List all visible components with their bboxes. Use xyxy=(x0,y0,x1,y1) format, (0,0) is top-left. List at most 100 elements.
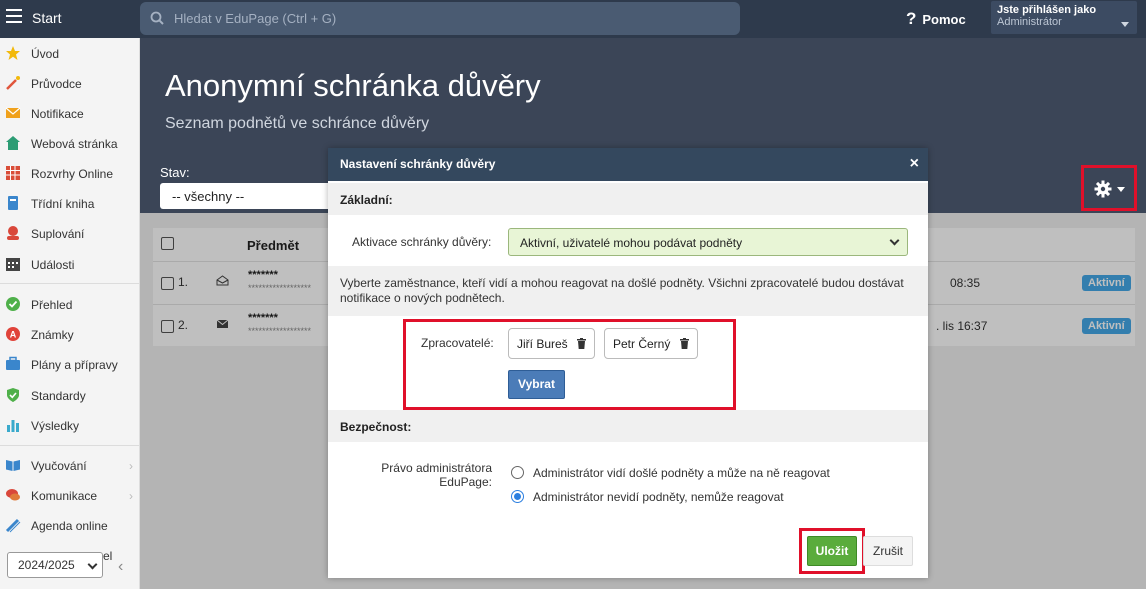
help-label: Pomoc xyxy=(922,12,966,27)
sidebar-item-plany[interactable]: Plány a přípravy xyxy=(0,351,139,379)
cancel-button[interactable]: Zrušit xyxy=(863,536,913,566)
sidebar-item-label: Suplování xyxy=(31,227,85,241)
calendar-grid-icon xyxy=(6,166,20,180)
page-subtitle: Seznam podnětů ve schránce důvěry xyxy=(165,115,430,132)
school-year-select[interactable]: 2024/2025 xyxy=(7,552,103,578)
book-icon xyxy=(8,196,18,210)
user-line1: Jste přihlášen jako xyxy=(997,4,1097,16)
caret-down-icon xyxy=(1121,22,1129,27)
sidebar-item-label: Průvodce xyxy=(31,77,82,91)
processor-chip: Jiří Bureš xyxy=(508,328,596,359)
sidebar-item-agenda-online[interactable]: Agenda online xyxy=(0,512,139,540)
sidebar-item-label: Události xyxy=(31,258,75,272)
sidebar-item-znamky[interactable]: A Známky xyxy=(0,321,139,349)
home-icon xyxy=(6,136,20,150)
sidebar-item-webova-stranka[interactable]: Webová stránka xyxy=(0,130,139,158)
sidebar-item-label: Notifikace xyxy=(31,107,84,121)
bar-chart-icon xyxy=(7,420,19,432)
user-role: Administrátor xyxy=(997,16,1062,28)
calendar-icon xyxy=(6,258,20,271)
admin-option-label[interactable]: Administrátor vidí došlé podněty a může … xyxy=(533,466,830,480)
sidebar-item-standardy[interactable]: Standardy xyxy=(0,382,139,410)
open-book-icon xyxy=(6,460,20,471)
settings-highlight[interactable] xyxy=(1081,165,1137,211)
sidebar-item-label: Výsledky xyxy=(31,419,80,433)
admin-option-label[interactable]: Administrátor nevidí podněty, nemůže rea… xyxy=(533,490,784,504)
person-icon xyxy=(7,226,19,240)
sidebar-item-pruvodce[interactable]: Průvodce xyxy=(0,70,139,98)
envelope-icon xyxy=(5,107,21,118)
trash-icon[interactable] xyxy=(577,338,587,349)
activation-select[interactable]: Aktivní, uživatelé mohou podávat podněty xyxy=(508,228,908,256)
section-security-header: Bezpečnost: xyxy=(328,410,928,442)
chevron-right-icon: › xyxy=(129,459,133,473)
search-icon xyxy=(150,11,164,25)
sidebar-item-tridni-kniha[interactable]: Třídní kniha xyxy=(0,190,139,218)
chat-icon xyxy=(6,489,20,501)
sidebar-item-label: Třídní kniha xyxy=(31,197,95,211)
save-button[interactable]: Uložit xyxy=(807,536,857,566)
chevron-down-icon xyxy=(87,559,98,570)
check-circle-icon xyxy=(6,297,20,311)
svg-text:A: A xyxy=(10,330,17,340)
select-processors-button[interactable]: Vybrat xyxy=(508,370,565,399)
sidebar-item-label: Rozvrhy Online xyxy=(31,167,114,181)
sidebar-item-label: Vyučování xyxy=(31,459,87,473)
sidebar-item-udalosti[interactable]: Události xyxy=(0,251,139,279)
sidebar-item-notifikace[interactable]: Notifikace xyxy=(0,100,139,128)
sidebar: Úvod Průvodce Notifikace Webová stránka … xyxy=(0,38,140,589)
settings-dialog: Nastavení schránky důvěry × Základní: Ak… xyxy=(328,148,928,578)
sidebar-item-label: Známky xyxy=(31,328,74,342)
search-input[interactable]: Hledat v EduPage (Ctrl + G) xyxy=(140,2,740,35)
status-filter-label: Stav: xyxy=(160,165,190,180)
sidebar-item-rozvrhy-online[interactable]: Rozvrhy Online xyxy=(0,160,139,188)
close-icon[interactable]: × xyxy=(910,155,919,173)
pencil-icon xyxy=(5,518,21,533)
sidebar-item-label: Přehled xyxy=(31,298,73,312)
grade-icon: A xyxy=(6,327,20,341)
help-button[interactable]: ? Pomoc xyxy=(906,9,966,29)
sidebar-item-suplovani[interactable]: Suplování xyxy=(0,220,139,248)
dialog-title: Nastavení schránky důvěry xyxy=(340,157,496,171)
section-basic-header: Základní: xyxy=(328,183,928,215)
question-icon: ? xyxy=(906,9,917,28)
sidebar-item-vysledky[interactable]: Výsledky xyxy=(0,412,139,440)
section-title: Základní: xyxy=(340,193,393,207)
wand-icon xyxy=(6,76,20,90)
save-highlight: Uložit xyxy=(799,528,865,574)
sidebar-item-uvod[interactable]: Úvod xyxy=(0,40,139,68)
gear-icon xyxy=(1094,180,1112,198)
menu-icon[interactable] xyxy=(6,9,22,23)
processors-label: Zpracovatelé: xyxy=(421,336,494,350)
user-menu[interactable]: Jste přihlášen jako Administrátor xyxy=(991,1,1137,34)
sidebar-item-vyucovani[interactable]: Vyučování › xyxy=(0,452,139,480)
admin-option-radio[interactable] xyxy=(511,490,524,503)
search-placeholder: Hledat v EduPage (Ctrl + G) xyxy=(174,11,337,26)
section-title: Bezpečnost: xyxy=(340,420,412,434)
sidebar-item-label: Komunikace xyxy=(31,489,98,503)
trash-icon[interactable] xyxy=(679,338,689,349)
sidebar-item-label: Agenda online xyxy=(31,519,108,533)
top-bar: Start Hledat v EduPage (Ctrl + G) ? Pomoc… xyxy=(0,0,1146,38)
processor-name: Jiří Bureš xyxy=(517,337,568,351)
processor-chip: Petr Černý xyxy=(604,328,698,359)
sidebar-divider xyxy=(0,445,139,446)
collapse-sidebar-icon[interactable]: ‹ xyxy=(118,558,123,576)
sidebar-item-label: Standardy xyxy=(31,389,86,403)
start-label[interactable]: Start xyxy=(32,10,62,26)
dialog-header: Nastavení schránky důvěry × xyxy=(328,148,928,181)
admin-option-radio[interactable] xyxy=(511,466,524,479)
caret-down-icon xyxy=(1117,187,1125,192)
processor-name: Petr Černý xyxy=(613,337,671,351)
processors-info-text: Vyberte zaměstnance, kteří vidí a mohou … xyxy=(328,266,928,316)
sidebar-item-komunikace[interactable]: Komunikace › xyxy=(0,482,139,510)
sidebar-item-label: Úvod xyxy=(31,47,60,61)
activation-label: Aktivace schránky důvěry: xyxy=(352,235,492,249)
sidebar-item-label: Webová stránka xyxy=(31,137,118,151)
sidebar-item-prehled[interactable]: Přehled xyxy=(0,291,139,319)
chevron-right-icon: › xyxy=(129,489,133,503)
sidebar-item-label: Plány a přípravy xyxy=(31,358,118,372)
chevron-down-icon xyxy=(889,235,900,246)
sidebar-divider xyxy=(0,283,139,284)
status-filter-select[interactable]: -- všechny -- xyxy=(160,183,350,209)
